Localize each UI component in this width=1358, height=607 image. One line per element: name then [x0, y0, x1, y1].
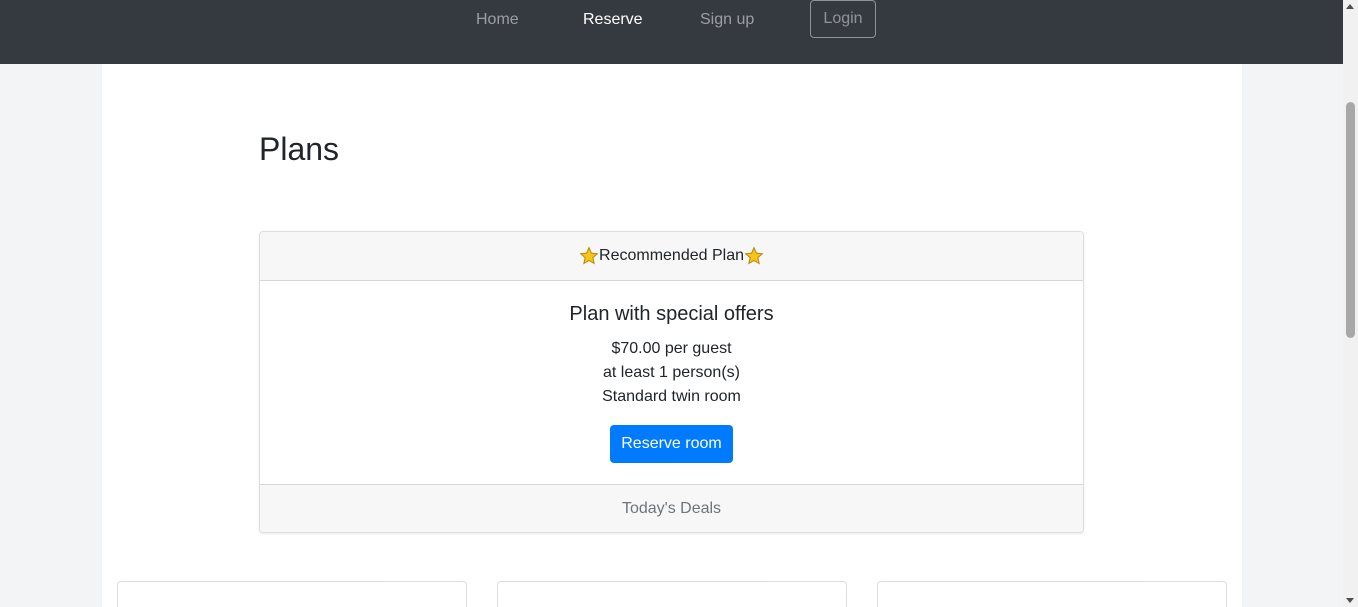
- scroll-up-icon[interactable]: [1346, 4, 1354, 9]
- star-icon: [579, 246, 599, 265]
- plan-card: [497, 581, 847, 607]
- recommended-plan-label: Recommended Plan: [599, 247, 744, 264]
- plan-card: [117, 581, 467, 607]
- recommended-plan-card: Recommended Plan Plan with special offer…: [259, 231, 1084, 533]
- reserve-room-button[interactable]: Reserve room: [610, 425, 733, 463]
- plan-min-people: at least 1 person(s): [603, 364, 740, 381]
- nav-signup-link[interactable]: Sign up: [700, 10, 754, 30]
- star-icon: [744, 246, 764, 265]
- scroll-thumb[interactable]: [1346, 102, 1355, 338]
- card-body: Plan with special offers $70.00 per gues…: [260, 281, 1083, 484]
- plan-name: Plan with special offers: [569, 303, 774, 325]
- nav-home-link[interactable]: Home: [476, 10, 519, 30]
- plan-room-type: Standard twin room: [602, 388, 741, 405]
- nav-reserve-link[interactable]: Reserve: [583, 10, 643, 30]
- main-container: Plans Recommended Plan Plan with special…: [102, 64, 1242, 607]
- card-header: Recommended Plan: [260, 232, 1083, 281]
- page-title: Plans: [259, 131, 340, 167]
- scroll-down-icon[interactable]: [1346, 598, 1354, 603]
- plan-price: $70.00 per guest: [611, 340, 732, 357]
- vertical-scrollbar[interactable]: [1343, 0, 1358, 607]
- top-navbar: Home Reserve Sign up Login: [0, 0, 1343, 64]
- login-button[interactable]: Login: [810, 0, 876, 38]
- plan-card: [877, 581, 1227, 607]
- card-footer: Today's Deals: [260, 484, 1083, 532]
